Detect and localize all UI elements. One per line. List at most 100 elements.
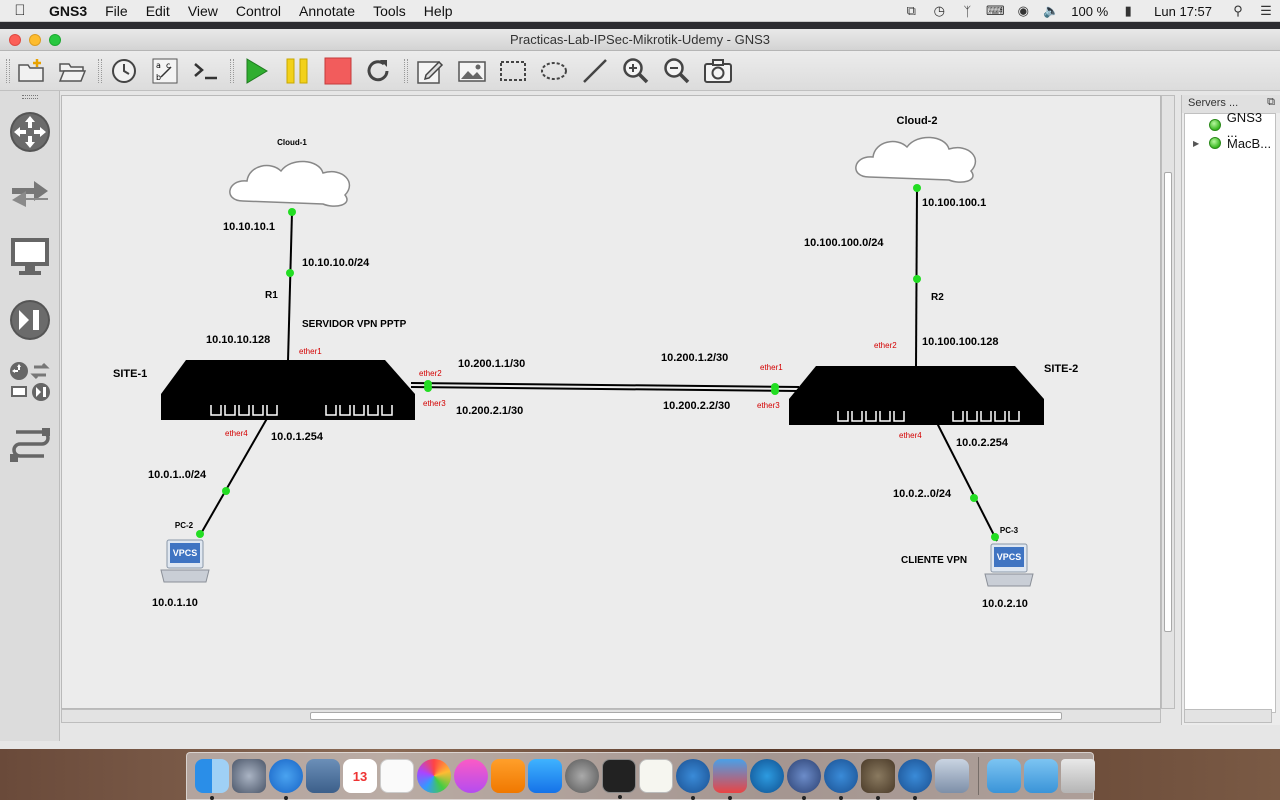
system-preferences-icon[interactable] [565, 759, 599, 793]
reload-all-button[interactable] [362, 56, 394, 86]
winbox-icon[interactable] [824, 759, 858, 800]
menu-view[interactable]: View [179, 0, 227, 22]
reminders-icon[interactable] [380, 759, 414, 793]
add-note-button[interactable] [414, 56, 446, 86]
virtualbox-icon[interactable] [713, 759, 747, 800]
apple-menu-icon[interactable]:  [0, 2, 40, 19]
menu-file[interactable]: File [96, 0, 137, 22]
notification-center-icon[interactable]: ☰ [1252, 3, 1280, 19]
link-ether2-ether1[interactable] [410, 382, 800, 388]
time-machine-icon[interactable]: ◷ [925, 3, 953, 19]
screenshot-button[interactable] [702, 56, 734, 86]
site-2-ether4: ether4 [899, 431, 922, 440]
calendar-icon[interactable]: 13 [343, 759, 377, 793]
launchpad-icon[interactable] [232, 759, 266, 793]
site-2-name: SITE-2 [1044, 363, 1078, 375]
vertical-scroll-thumb[interactable] [1164, 172, 1172, 632]
server-item-macbook[interactable]: ▶ MacB... [1193, 134, 1271, 152]
console-all-button[interactable] [190, 56, 222, 86]
menubar-clock[interactable]: Lun 17:57 [1142, 4, 1224, 19]
finder-icon[interactable] [195, 759, 229, 800]
site-1-ether4: ether4 [225, 429, 248, 438]
itunes-icon[interactable] [454, 759, 488, 793]
servers-horizontal-scrollbar[interactable] [1184, 709, 1272, 723]
pause-icon [286, 58, 308, 84]
link-cloud1-site1[interactable] [287, 211, 293, 362]
preview-icon[interactable] [935, 759, 969, 793]
canvas-vertical-scrollbar[interactable] [1161, 95, 1175, 709]
horizontal-scroll-thumb[interactable] [310, 712, 1062, 720]
start-all-button[interactable] [240, 56, 272, 86]
suspend-all-button[interactable] [281, 56, 313, 86]
draw-rectangle-button[interactable] [497, 56, 529, 86]
site-2-router[interactable] [789, 366, 1044, 425]
photos-icon[interactable] [417, 759, 451, 793]
downloads-folder-icon[interactable] [1024, 759, 1058, 793]
quicktime-icon[interactable] [750, 759, 784, 793]
browse-security-devices-button[interactable] [8, 297, 52, 343]
server-item-gns3-vm[interactable]: GNS3 ... [1209, 110, 1275, 140]
cloud-1-ip: 10.10.10.1 [223, 221, 275, 233]
safari-icon[interactable] [269, 759, 303, 800]
site-1-router[interactable] [161, 360, 415, 420]
dock-grip[interactable] [22, 95, 38, 99]
browse-end-devices-button[interactable] [8, 233, 52, 279]
browse-switches-button[interactable] [8, 171, 52, 217]
link-endpoint-dot [913, 184, 921, 192]
add-link-button[interactable] [8, 423, 52, 469]
menu-edit[interactable]: Edit [137, 0, 179, 22]
stop-icon [324, 57, 352, 85]
menu-app-name[interactable]: GNS3 [40, 0, 96, 22]
pc-3-vpcs-node[interactable] [984, 543, 1034, 587]
toolbar-grip[interactable] [6, 59, 10, 83]
menu-help[interactable]: Help [415, 0, 462, 22]
wireshark-2-icon[interactable] [898, 759, 932, 800]
cloud-1-node[interactable] [229, 160, 351, 207]
gimp-icon[interactable] [861, 759, 895, 800]
insert-picture-button[interactable] [456, 56, 488, 86]
open-project-button[interactable] [56, 56, 88, 86]
canvas-horizontal-scrollbar[interactable] [61, 709, 1161, 723]
window-titlebar[interactable]: Practicas-Lab-IPSec-Mikrotik-Udemy - GNS… [0, 29, 1280, 51]
screen-share-icon[interactable]: ⧉ [897, 3, 925, 19]
applications-folder-icon[interactable] [987, 759, 1021, 793]
cloud-2-node[interactable] [855, 136, 977, 183]
app-store-icon[interactable] [528, 759, 562, 793]
menu-control[interactable]: Control [227, 0, 290, 22]
trash-icon[interactable] [1061, 759, 1095, 793]
r1-label: R1 [265, 290, 278, 301]
switch-icon [12, 181, 48, 207]
link-endpoint-dot [913, 275, 921, 283]
bluetooth-icon[interactable]: ᛉ [953, 4, 981, 19]
ibooks-icon[interactable] [491, 759, 525, 793]
stop-all-button[interactable] [322, 56, 354, 86]
draw-line-button[interactable] [579, 56, 611, 86]
textedit-icon[interactable] [639, 759, 673, 793]
draw-ellipse-button[interactable] [538, 56, 570, 86]
pc-2-vpcs-node[interactable] [160, 539, 210, 583]
topology-canvas[interactable]: Cloud-1 10.10.10.1 Cloud-2 10.100.100.1 … [61, 95, 1161, 709]
battery-icon[interactable]: ▮ [1114, 3, 1142, 19]
browse-all-devices-button[interactable] [8, 359, 52, 405]
wifi-icon[interactable]: ◉ [1009, 3, 1037, 19]
menu-annotate[interactable]: Annotate [290, 0, 364, 22]
zoom-out-button[interactable] [661, 56, 693, 86]
keyboard-icon[interactable]: ⌨ [981, 3, 1009, 19]
wireshark-icon[interactable] [676, 759, 710, 800]
panel-close-icon[interactable]: ⧉ [1267, 96, 1275, 109]
terminal-icon[interactable] [602, 759, 636, 799]
zoom-in-button[interactable] [620, 56, 652, 86]
expand-triangle-icon[interactable]: ▶ [1193, 139, 1199, 148]
new-project-button[interactable] [15, 56, 47, 86]
menu-tools[interactable]: Tools [364, 0, 415, 22]
gns3-app-icon[interactable] [787, 759, 821, 800]
show-interface-labels-button[interactable]: acb [149, 56, 181, 86]
server-status-led-icon [1209, 137, 1221, 149]
browse-routers-button[interactable] [8, 109, 52, 155]
link-ether3-ether3[interactable] [410, 386, 800, 392]
cloud-2-ip: 10.100.100.1 [922, 197, 986, 209]
mail-icon[interactable] [306, 759, 340, 793]
volume-icon[interactable]: 🔈 [1037, 3, 1065, 19]
snapshot-button[interactable] [108, 56, 140, 86]
spotlight-search-icon[interactable]: ⚲ [1224, 3, 1252, 19]
